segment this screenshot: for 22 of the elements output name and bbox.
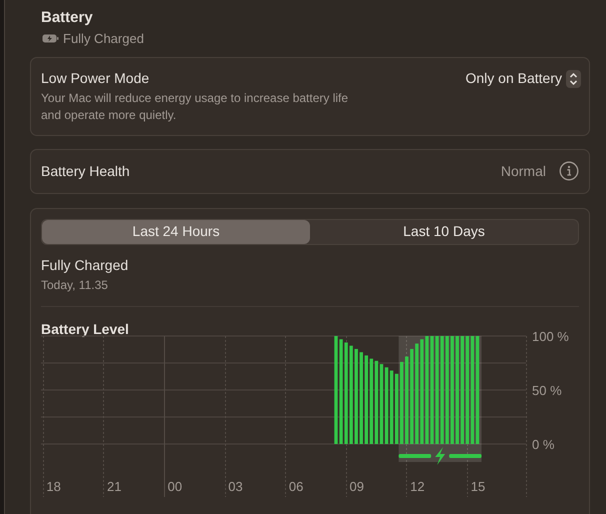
- charge-time: Today, 11.35: [41, 278, 109, 292]
- x-axis-label: 03: [228, 478, 243, 494]
- y-axis-label: 0 %: [532, 436, 554, 452]
- range-tab[interactable]: Last 24 Hours: [42, 220, 310, 244]
- health-value: Normal: [500, 162, 546, 180]
- x-axis-label: 09: [350, 478, 364, 494]
- battery-status: Fully Charged: [63, 30, 144, 48]
- x-axis-label: 15: [470, 478, 486, 494]
- setting-label: Low Power Mode: [41, 70, 150, 86]
- power-mode-popup[interactable]: Only on Battery: [466, 68, 581, 88]
- x-axis-label: 18: [46, 478, 61, 494]
- page-title: Battery: [41, 9, 94, 27]
- y-axis-label: 50 %: [532, 382, 562, 398]
- setting-description: Your Mac will reduce energy usage to increase battery life and operate more quietly.: [41, 90, 350, 124]
- x-axis-label: 21: [107, 478, 122, 494]
- charge-status: Fully Charged: [41, 256, 130, 274]
- x-axis-label: 12: [410, 478, 425, 494]
- y-axis-label: 100 %: [532, 328, 569, 344]
- x-axis-label: 06: [288, 478, 304, 494]
- range-tab[interactable]: Last 10 Days: [310, 220, 578, 244]
- x-axis-label: 00: [168, 478, 182, 494]
- setting-label: Battery Health: [41, 162, 130, 181]
